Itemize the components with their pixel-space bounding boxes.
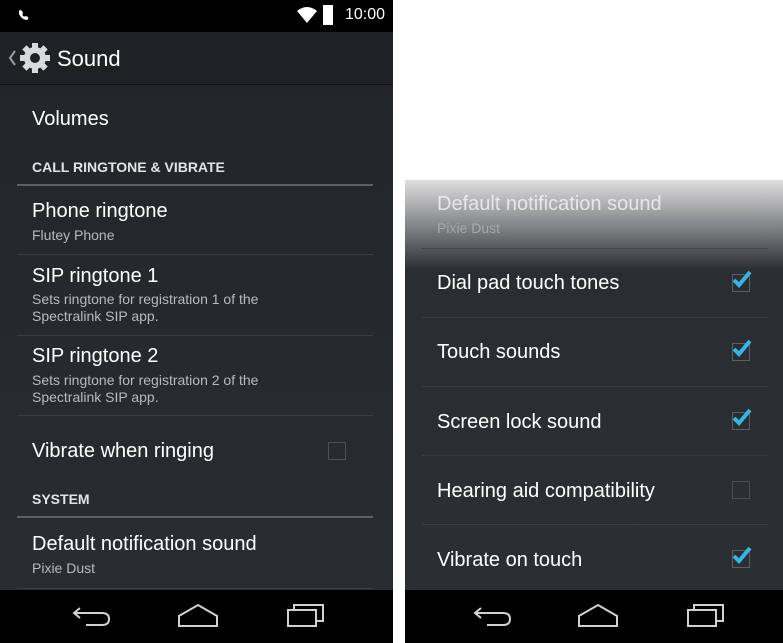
phone-ringtone-title: Phone ringtone (32, 200, 168, 222)
home-icon[interactable] (577, 602, 619, 628)
recent-apps-icon[interactable] (286, 602, 326, 628)
screen-lock-sound-item[interactable]: Screen lock sound (422, 387, 768, 456)
right-screen: Default notification sound Pixie Dust Di… (405, 180, 783, 643)
vibrate-on-touch-title: Vibrate on touch (437, 549, 583, 571)
recent-apps-icon[interactable] (686, 602, 726, 628)
status-bar: 10:00 (0, 0, 393, 32)
right-navigation-bar (405, 590, 783, 643)
wifi-icon (297, 7, 317, 23)
hearing-aid-compatibility-checkbox[interactable] (732, 481, 750, 499)
screen-lock-sound-title: Screen lock sound (437, 411, 602, 433)
phone-ringtone-summary: Flutey Phone (32, 227, 115, 243)
section-system-label: SYSTEM (32, 491, 90, 507)
status-time: 10:00 (344, 6, 385, 23)
hearing-aid-compatibility-title: Hearing aid compatibility (437, 480, 655, 502)
checkmark-icon (732, 339, 752, 357)
sip-ringtone-2-title: SIP ringtone 2 (32, 345, 159, 367)
default-notification-sound-title: Default notification sound (32, 533, 257, 555)
back-caret-icon[interactable] (7, 49, 17, 67)
vibrate-when-ringing-title: Vibrate when ringing (32, 440, 214, 462)
sip-ringtone-1-title: SIP ringtone 1 (32, 265, 159, 287)
battery-icon (323, 5, 333, 25)
back-icon[interactable] (72, 602, 112, 628)
right-default-notification-sound-title: Default notification sound (437, 193, 662, 215)
sip-ringtone-2-item[interactable]: SIP ringtone 2 Sets ringtone for registr… (17, 336, 373, 416)
default-notification-sound-item[interactable]: Default notification sound Pixie Dust (17, 520, 373, 589)
right-default-notification-sound-summary: Pixie Dust (437, 220, 501, 236)
default-notification-sound-summary: Pixie Dust (32, 560, 96, 576)
page-title: Sound (57, 46, 121, 71)
right-default-notification-sound-item[interactable]: Default notification sound Pixie Dust (422, 180, 768, 249)
back-icon[interactable] (473, 602, 513, 628)
vibrate-when-ringing-checkbox[interactable] (328, 442, 346, 460)
vibrate-on-touch-checkbox[interactable] (732, 546, 752, 568)
sip-ringtone-1-summary: Sets ringtone for registration 1 of the … (32, 291, 259, 324)
phone-call-icon (19, 10, 29, 20)
section-system-header: SYSTEM (17, 486, 373, 518)
sip-ringtone-2-summary: Sets ringtone for registration 2 of the … (32, 372, 259, 405)
checkmark-icon (732, 408, 752, 426)
volumes-label: Volumes (32, 108, 109, 130)
vibrate-on-touch-item[interactable]: Vibrate on touch (422, 525, 768, 593)
home-icon[interactable] (177, 602, 219, 628)
section-call-ringtone-header: CALL RINGTONE & VIBRATE (17, 154, 373, 186)
dial-pad-touch-tones-item[interactable]: Dial pad touch tones (422, 249, 768, 318)
hearing-aid-compatibility-item[interactable]: Hearing aid compatibility (422, 456, 768, 525)
left-screen: 10:00 Sound Volumes CALL RINGTONE & VIBR… (0, 0, 393, 643)
touch-sounds-title: Touch sounds (437, 341, 561, 363)
volumes-item[interactable]: Volumes (17, 84, 373, 154)
screen-lock-sound-checkbox[interactable] (732, 408, 752, 430)
section-call-ringtone-label: CALL RINGTONE & VIBRATE (32, 159, 225, 175)
settings-gear-icon[interactable] (17, 40, 53, 76)
touch-sounds-checkbox[interactable] (732, 339, 752, 361)
vibrate-when-ringing-item[interactable]: Vibrate when ringing (17, 416, 373, 486)
phone-ringtone-item[interactable]: Phone ringtone Flutey Phone (17, 186, 373, 255)
navigation-bar (0, 590, 393, 643)
dial-pad-touch-tones-checkbox[interactable] (732, 270, 752, 292)
checkmark-icon (732, 270, 752, 288)
dial-pad-touch-tones-title: Dial pad touch tones (437, 272, 620, 294)
sip-ringtone-1-item[interactable]: SIP ringtone 1 Sets ringtone for registr… (17, 255, 373, 336)
touch-sounds-item[interactable]: Touch sounds (422, 318, 768, 387)
action-bar: Sound (0, 32, 393, 85)
checkmark-icon (732, 546, 752, 564)
